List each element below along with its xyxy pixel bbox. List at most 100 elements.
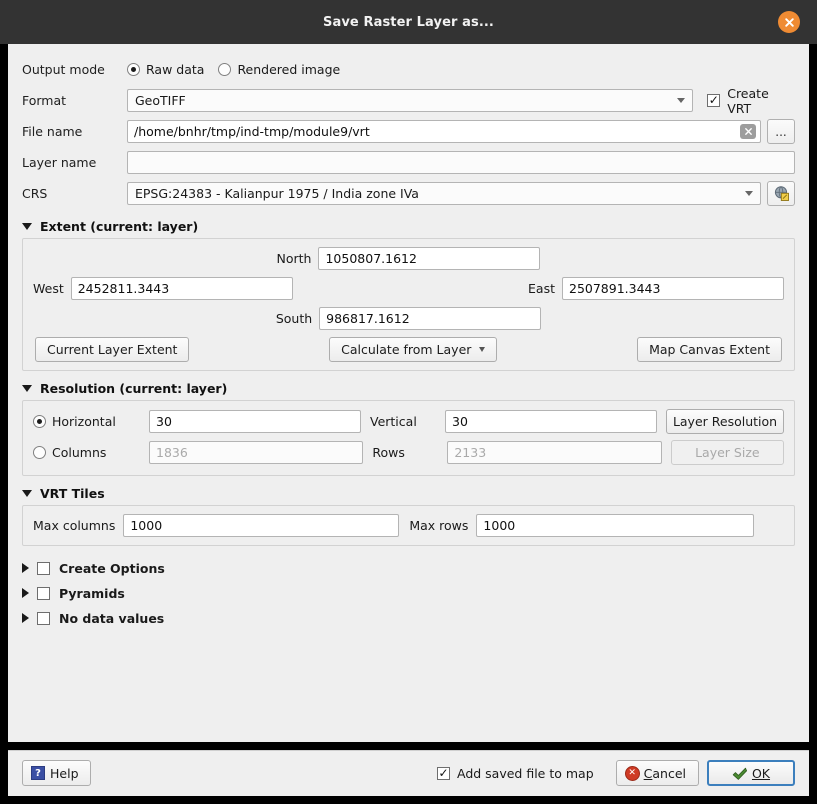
west-input[interactable]: 2452811.3443 <box>70 277 293 300</box>
radio-horizontal[interactable]: Horizontal <box>33 414 135 429</box>
west-label: West <box>33 281 64 296</box>
current-layer-extent-button[interactable]: Current Layer Extent <box>35 337 190 362</box>
vrt-tiles-group-frame: Max columns 1000 Max rows 1000 <box>22 505 795 546</box>
help-label: Help <box>50 765 79 781</box>
layer-resolution-button[interactable]: Layer Resolution <box>666 409 784 434</box>
cancel-label: Cancel <box>643 765 686 781</box>
create-vrt-checkbox[interactable]: Create VRT <box>707 86 795 116</box>
map-canvas-extent-button[interactable]: Map Canvas Extent <box>637 337 782 362</box>
max-rows-value: 1000 <box>483 518 516 533</box>
add-saved-file-checkbox[interactable]: Add saved file to map <box>436 765 594 781</box>
triangle-down-icon <box>22 490 32 497</box>
extent-north-row: North 1050807.1612 <box>33 247 784 270</box>
radio-label-raw-data: Raw data <box>146 62 205 77</box>
triangle-right-icon <box>22 588 29 598</box>
stop-circle-icon: ✕ <box>624 765 640 781</box>
file-name-input[interactable]: /home/bnhr/tmp/ind-tmp/module9/vrt <box>127 120 761 143</box>
extent-buttons-row: Current Layer Extent Calculate from Laye… <box>33 337 784 362</box>
radio-label-rendered-image: Rendered image <box>237 62 341 77</box>
create-vrt-check-indicator <box>707 94 721 107</box>
vrt-tiles-row: Max columns 1000 Max rows 1000 <box>33 514 784 537</box>
format-label: Format <box>22 93 67 108</box>
dialog-content: Output mode Raw data Rendered image Form… <box>8 44 809 742</box>
no-data-values-checkbox[interactable] <box>37 611 50 625</box>
triangle-right-icon <box>22 613 29 623</box>
clear-x-icon[interactable] <box>740 124 756 139</box>
dialog-titlebar: Save Raster Layer as... <box>0 0 817 44</box>
radio-indicator-raw-data <box>127 63 140 76</box>
no-data-values-section[interactable]: No data values <box>22 606 795 630</box>
resolution-group: Resolution (current: layer) Horizontal 3… <box>22 381 795 476</box>
triangle-down-icon <box>22 385 32 392</box>
resolution-group-header[interactable]: Resolution (current: layer) <box>22 381 795 396</box>
columns-value: 1836 <box>156 445 188 460</box>
close-icon[interactable] <box>778 11 800 33</box>
triangle-down-icon <box>22 223 32 230</box>
format-row: Format GeoTIFF Create VRT <box>22 85 795 116</box>
help-button[interactable]: ? Help <box>22 760 91 786</box>
calculate-from-layer-button[interactable]: Calculate from Layer <box>329 337 498 362</box>
layer-name-input[interactable] <box>127 151 795 174</box>
north-value: 1050807.1612 <box>325 251 417 266</box>
east-value: 2507891.3443 <box>569 281 661 296</box>
create-vrt-label: Create VRT <box>727 85 769 116</box>
extent-group-frame: North 1050807.1612 West 2452811.3443 Eas… <box>22 238 795 371</box>
horizontal-input[interactable]: 30 <box>149 410 361 433</box>
extent-group-header[interactable]: Extent (current: layer) <box>22 219 795 234</box>
radio-raw-data[interactable]: Raw data <box>127 62 204 77</box>
east-input[interactable]: 2507891.3443 <box>562 277 784 300</box>
format-combo[interactable]: GeoTIFF <box>127 89 694 112</box>
south-input[interactable]: 986817.1612 <box>319 307 542 330</box>
crs-globe-icon <box>774 186 789 201</box>
vertical-input[interactable]: 30 <box>445 410 657 433</box>
pyramids-checkbox[interactable] <box>37 586 50 600</box>
max-columns-input[interactable]: 1000 <box>123 514 400 537</box>
crs-label: CRS <box>22 186 48 201</box>
format-value: GeoTIFF <box>135 93 186 108</box>
layer-size-button[interactable]: Layer Size <box>670 440 784 465</box>
resolution-group-title: Resolution (current: layer) <box>40 381 228 396</box>
resolution-columns-row: Columns 1836 Rows 2133 Layer Size <box>33 440 784 465</box>
crs-row: CRS EPSG:24383 - Kalianpur 1975 / India … <box>22 178 795 209</box>
east-label: East <box>528 281 555 296</box>
file-name-label: File name <box>22 124 83 139</box>
chevron-down-icon <box>745 191 753 196</box>
create-options-section[interactable]: Create Options <box>22 556 795 580</box>
extent-group-title: Extent (current: layer) <box>40 219 199 234</box>
max-rows-input[interactable]: 1000 <box>476 514 755 537</box>
collapsed-sections: Create Options Pyramids No data values <box>22 555 795 630</box>
north-input[interactable]: 1050807.1612 <box>318 247 541 270</box>
add-saved-file-check-indicator <box>436 766 450 780</box>
extent-south-row: South 986817.1612 <box>33 307 784 330</box>
add-saved-file-label: Add saved file to map <box>456 765 594 781</box>
crs-value: EPSG:24383 - Kalianpur 1975 / India zone… <box>135 186 419 201</box>
calculate-from-layer-label: Calculate from Layer <box>341 342 472 357</box>
save-raster-layer-dialog: Save Raster Layer as... Output mode Raw … <box>0 0 817 804</box>
radio-rendered-image[interactable]: Rendered image <box>218 62 340 77</box>
create-options-checkbox[interactable] <box>37 561 50 575</box>
columns-label: Columns <box>52 445 107 460</box>
rows-input[interactable]: 2133 <box>447 441 662 464</box>
no-data-values-label: No data values <box>59 610 165 626</box>
ok-label: OK <box>751 765 771 781</box>
ok-button[interactable]: OK <box>707 760 795 786</box>
rows-value: 2133 <box>454 445 487 460</box>
columns-input[interactable]: 1836 <box>149 441 364 464</box>
vrt-tiles-group-title: VRT Tiles <box>40 486 105 501</box>
radio-indicator-horizontal <box>33 415 46 428</box>
south-value: 986817.1612 <box>326 311 410 326</box>
vertical-label: Vertical <box>370 414 417 429</box>
crs-combo[interactable]: EPSG:24383 - Kalianpur 1975 / India zone… <box>127 182 761 205</box>
pyramids-section[interactable]: Pyramids <box>22 581 795 605</box>
cancel-button[interactable]: ✕ Cancel <box>615 760 699 786</box>
crs-select-button[interactable] <box>767 181 795 206</box>
radio-columns[interactable]: Columns <box>33 445 135 460</box>
file-name-row: File name /home/bnhr/tmp/ind-tmp/module9… <box>22 116 795 147</box>
layer-name-row: Layer name <box>22 147 795 178</box>
resolution-horizontal-row: Horizontal 30 Vertical 30 Layer Resoluti… <box>33 409 784 434</box>
vrt-tiles-group-header[interactable]: VRT Tiles <box>22 486 795 501</box>
output-mode-label: Output mode <box>22 62 105 77</box>
browse-file-button[interactable]: ... <box>767 119 795 144</box>
green-arrow-icon <box>732 766 747 780</box>
